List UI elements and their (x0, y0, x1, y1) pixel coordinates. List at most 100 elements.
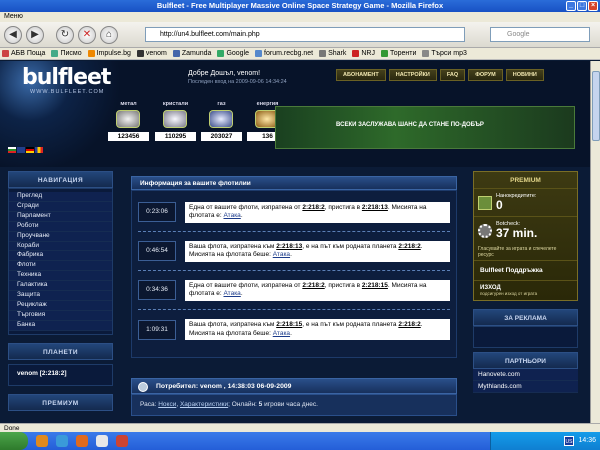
online-post: игрови часа днес. (262, 401, 318, 408)
resource-icon (163, 110, 187, 128)
bookmark-item[interactable]: АБВ Поща (2, 48, 45, 59)
fleet-row: 1:09:31 Ваша флота, изпратена към 2:218:1… (138, 314, 450, 349)
fleet-timer: 0:34:36 (138, 280, 176, 300)
home-button[interactable]: ⌂ (100, 26, 118, 44)
search-placeholder: Google (507, 31, 530, 38)
scrollbar-thumb[interactable] (592, 71, 600, 141)
bookmark-item[interactable]: Zamunda (172, 48, 212, 59)
top-nav-link[interactable]: FAQ (439, 69, 466, 81)
race-label: Раса: (140, 401, 159, 408)
fleet-target-link[interactable]: 2:218:13 (362, 204, 388, 211)
fleet-text: Ваша флота, изпратена към 2:218:13, е на… (185, 240, 450, 262)
flag-de-icon[interactable] (26, 147, 34, 153)
site-logo-sub: WWW.BULFLEET.COM (30, 89, 105, 95)
stop-button[interactable]: ✕ (78, 26, 96, 44)
ads-box (473, 326, 578, 348)
fleet-target-link[interactable]: 2:218:15 (362, 282, 388, 289)
race-link[interactable]: Нокси (158, 401, 176, 408)
nav-item[interactable]: Парламент (9, 211, 112, 222)
bookmark-item[interactable]: Impulse.bg (87, 48, 131, 59)
fleet-mission-link[interactable]: Атака (223, 212, 240, 219)
fleet-target-link[interactable]: 2:218:2 (398, 243, 420, 250)
start-button[interactable] (0, 432, 28, 450)
nanocredits-item[interactable]: Нанокредитите: 0 (474, 189, 577, 217)
url-bar[interactable]: http://un4.bulfleet.com/main.php (145, 27, 465, 42)
search-input[interactable]: Google (490, 27, 590, 42)
reload-button[interactable]: ↻ (56, 26, 74, 44)
bookmark-label: Zamunda (181, 49, 212, 57)
flag-bg-icon[interactable] (8, 147, 16, 153)
bookmark-item[interactable]: NRJ (352, 48, 375, 59)
taskbar-app-icon[interactable] (36, 435, 48, 447)
main-content: Информация за вашите флотилии 0:23:06 Едн… (131, 176, 457, 423)
clock: 14:36 (578, 437, 596, 444)
nav-item[interactable]: Защита (9, 291, 112, 301)
nav-item[interactable]: Проучване (9, 231, 112, 242)
partner-link[interactable]: Hanovete.com (473, 369, 578, 381)
menu-bar[interactable]: Меню (0, 12, 600, 22)
maximize-button[interactable]: □ (577, 1, 587, 11)
nanocredits-value: 0 (496, 198, 503, 212)
fleet-origin-link[interactable]: 2:218:2 (302, 204, 324, 211)
botcheck-item[interactable]: Botcheck: 37 min. (474, 217, 577, 244)
taskbar-app-icon[interactable] (116, 435, 128, 447)
bookmark-item[interactable]: Google (217, 48, 249, 59)
nav-item[interactable]: Техника (9, 271, 112, 282)
nav-item[interactable]: Флоти (9, 261, 112, 272)
page-viewport: bulfleet WWW.BULFLEET.COM Добре Дошъл, v… (0, 61, 590, 423)
nav-item[interactable]: Сгради (9, 201, 112, 212)
top-nav-link[interactable]: АБОНАМЕНТ (336, 69, 386, 81)
ads-title[interactable]: ЗА РЕКЛАМА (473, 309, 578, 326)
bookmark-item[interactable]: Писмо (51, 48, 82, 59)
vertical-scrollbar[interactable] (590, 61, 600, 423)
nav-item[interactable]: Фабрика (9, 251, 112, 262)
fleet-origin-link[interactable]: 2:218:15 (276, 321, 302, 328)
bookmark-item[interactable]: Търси mp3 (422, 48, 467, 59)
support-link[interactable]: Bulfleet Поддръжка (474, 261, 577, 281)
fleet-mission-link[interactable]: Атака (273, 330, 290, 337)
close-button[interactable]: × (588, 1, 598, 11)
resource-label: метал (120, 101, 137, 107)
fleet-row: 0:23:06 Една от вашите флоти, изпратена о… (138, 197, 450, 232)
partners-title: ПАРТНЬОРИ (473, 352, 578, 369)
nav-item[interactable]: Преглед (9, 192, 112, 202)
flag-ro-icon[interactable] (35, 147, 43, 153)
nav-item[interactable]: Търговия (9, 310, 112, 321)
nav-item[interactable]: Галактика (9, 281, 112, 292)
flag-uk-icon[interactable] (17, 147, 25, 153)
fleet-origin-link[interactable]: 2:218:13 (276, 243, 302, 250)
minimize-button[interactable]: _ (566, 1, 576, 11)
forward-button[interactable]: ▶ (26, 26, 44, 44)
user-header: Потребител: venom , 14:38:03 06-09-2009 (131, 378, 457, 394)
nav-item[interactable]: Кораби (9, 241, 112, 252)
bookmark-item[interactable]: forum.recbg.net (255, 48, 313, 59)
back-button[interactable]: ◀ (4, 26, 22, 44)
promo-banner[interactable]: ВСЕКИ ЗАСЛУЖАВА ШАНС ДА СТАНЕ ПО-ДОБЪР (275, 106, 575, 149)
nav-item[interactable]: Рециклаж (9, 300, 112, 311)
fleet-mission-link[interactable]: Атака (273, 251, 290, 258)
traits-link[interactable]: Характеристики (180, 401, 228, 408)
top-nav-link[interactable]: НАСТРОЙКИ (388, 69, 437, 81)
bookmark-item[interactable]: Shark (319, 48, 346, 59)
site-logo[interactable]: bulfleet (22, 65, 111, 90)
exit-button[interactable]: ИЗХОД подсигурен изход от играта (474, 281, 577, 300)
fleet-target-link[interactable]: 2:218:2 (398, 321, 420, 328)
nav-item[interactable]: Банка (9, 320, 112, 331)
fleet-mission-link[interactable]: Атака (223, 290, 240, 297)
bookmark-icon (2, 50, 9, 57)
bookmark-item[interactable]: venom (136, 48, 167, 59)
taskbar-app-icon[interactable] (56, 435, 68, 447)
top-nav-link[interactable]: ФОРУМ (468, 69, 503, 81)
partner-link[interactable]: Mythlands.com (473, 381, 578, 393)
language-indicator[interactable]: US (564, 436, 574, 446)
firefox-icon[interactable] (76, 435, 88, 447)
top-nav-link[interactable]: НОВИНИ (505, 69, 544, 81)
nav-item[interactable]: Роботи (9, 221, 112, 232)
bookmark-item[interactable]: Торенти (380, 48, 416, 59)
taskbar-app-icon[interactable] (96, 435, 108, 447)
fleet-origin-link[interactable]: 2:218:2 (302, 282, 324, 289)
planet-select[interactable]: venom [2:218:2] (8, 363, 113, 386)
resource-icon (116, 110, 140, 128)
menu-label[interactable]: Меню (4, 13, 23, 20)
premium-box: PREMIUM Нанокредитите: 0 Botcheck: 37 min.… (473, 171, 578, 301)
